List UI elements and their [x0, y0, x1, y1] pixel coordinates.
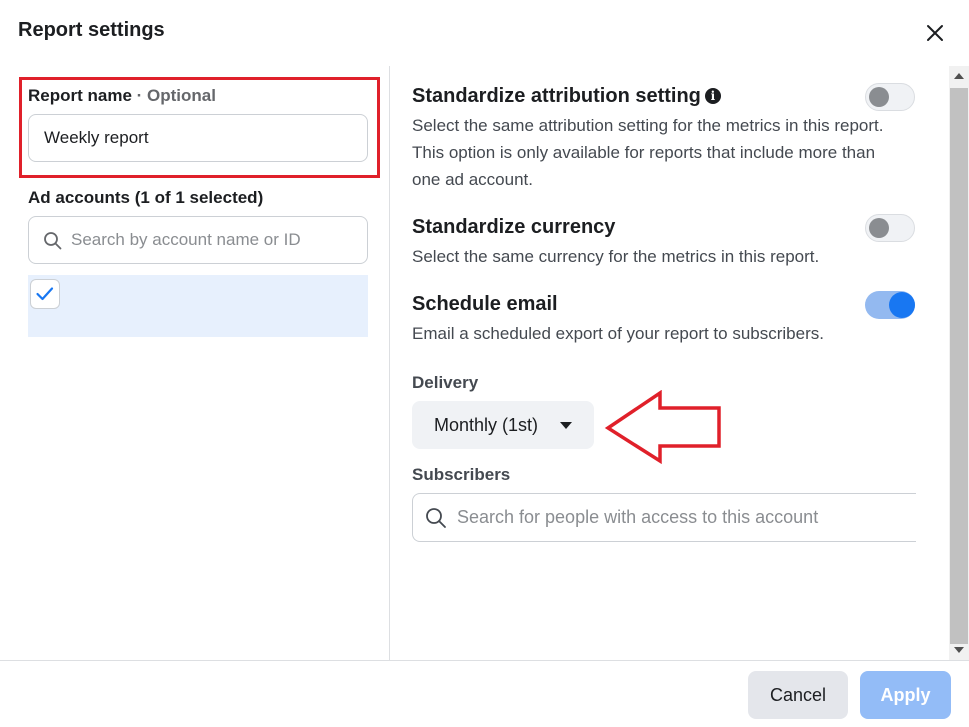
dialog-title: Report settings	[18, 19, 165, 41]
delivery-label: Delivery	[412, 373, 479, 392]
checkmark-icon	[36, 287, 54, 301]
account-search-input[interactable]	[71, 217, 361, 263]
toggle-knob	[869, 87, 889, 107]
setting-desc-attribution: Select the same attribution setting for …	[412, 116, 884, 189]
setting-title-attribution-text: Standardize attribution setting	[412, 85, 701, 107]
close-icon	[927, 25, 943, 41]
search-icon	[44, 232, 62, 250]
apply-button[interactable]: Apply	[860, 671, 951, 719]
scroll-up-arrow-icon[interactable]	[954, 73, 964, 79]
setting-desc-schedule-email: Email a scheduled export of your report …	[412, 324, 824, 343]
close-button[interactable]	[920, 18, 950, 48]
setting-desc-currency: Select the same currency for the metrics…	[412, 247, 820, 266]
setting-title-schedule-email: Schedule email	[412, 293, 558, 315]
footer-divider	[0, 660, 969, 661]
ad-accounts-label: Ad accounts (1 of 1 selected)	[28, 188, 264, 207]
delivery-dropdown[interactable]: Monthly (1st)	[412, 401, 594, 449]
report-settings-dialog: Report settings Report name · Optional A…	[0, 0, 969, 727]
toggle-standardize-currency[interactable]	[865, 214, 915, 242]
setting-title-currency: Standardize currency	[412, 216, 616, 238]
toggle-knob	[889, 292, 915, 318]
account-list-item[interactable]	[28, 275, 368, 337]
account-checkbox[interactable]	[30, 279, 60, 309]
delivery-value: Monthly (1st)	[434, 415, 539, 435]
cancel-button[interactable]: Cancel	[748, 671, 848, 719]
subscribers-search-field[interactable]	[412, 493, 916, 542]
scrollbar[interactable]	[949, 66, 969, 660]
search-icon	[426, 508, 446, 528]
scroll-down-arrow-icon[interactable]	[954, 647, 964, 653]
setting-title-attribution: Standardize attribution setting i	[412, 85, 721, 108]
subscribers-label: Subscribers	[412, 465, 511, 484]
subscribers-search-input[interactable]	[457, 494, 897, 541]
toggle-standardize-attribution[interactable]	[865, 83, 915, 111]
annotation-highlight-box	[19, 77, 380, 178]
toggle-knob	[869, 218, 889, 238]
caret-down-icon	[560, 422, 572, 429]
annotation-arrow-icon	[604, 390, 721, 465]
info-icon[interactable]: i	[704, 88, 721, 104]
account-search-field[interactable]	[28, 216, 368, 264]
scrollbar-thumb[interactable]	[950, 88, 968, 644]
toggle-schedule-email[interactable]	[865, 291, 915, 319]
panel-divider	[389, 66, 390, 660]
